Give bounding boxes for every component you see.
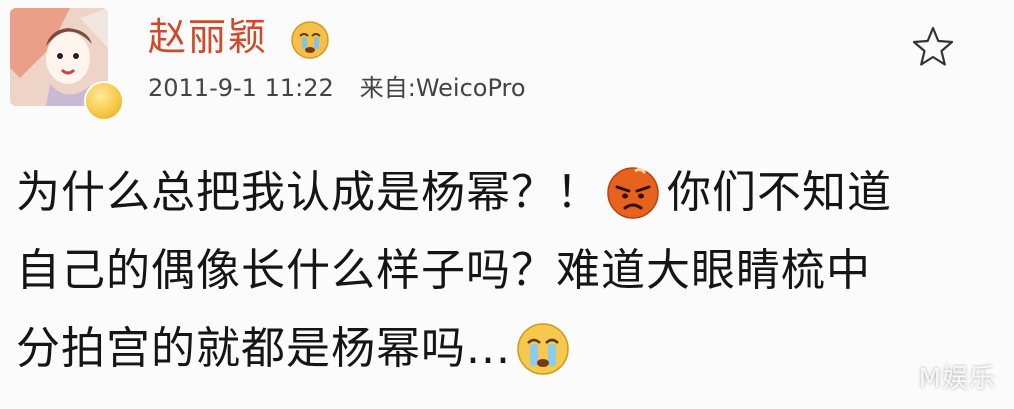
vip-badge-icon <box>84 81 124 121</box>
angry-face-icon <box>605 165 661 221</box>
source-app-link[interactable]: WeicoPro <box>416 72 526 104</box>
post-timestamp: 2011-9-1 11:22 <box>148 74 334 102</box>
content-line-2: 自己的偶像长什么样子吗？难道大眼睛梳中 <box>16 232 976 310</box>
star-outline-icon <box>912 26 954 66</box>
favorite-star-button[interactable] <box>910 24 956 70</box>
crying-face-icon <box>515 321 571 377</box>
post-meta: 2011-9-1 11:22 来自: WeicoPro <box>148 72 526 104</box>
content-line-1-text-b: 你们不知道 <box>667 167 892 218</box>
crying-face-icon <box>290 20 330 60</box>
content-line-1-text-a: 为什么总把我认成是杨幂？！ <box>16 167 601 218</box>
post-source: 来自: WeicoPro <box>360 72 526 104</box>
content-line-1: 为什么总把我认成是杨幂？！ 你们不知道 <box>16 154 976 232</box>
content-line-3: 分拍宫的就都是杨幂吗... <box>16 310 976 388</box>
watermark: M娱乐 <box>918 364 996 394</box>
content-line-2-text: 自己的偶像长什么样子吗？难道大眼睛梳中 <box>16 245 871 296</box>
source-prefix: 来自: <box>359 74 416 102</box>
author-name[interactable]: 赵丽颖 <box>148 14 268 60</box>
content-line-3-text: 分拍宫的就都是杨幂吗... <box>16 323 511 374</box>
weibo-post: 赵丽颖 2011-9-1 11:22 来自: WeicoPro 为什么总把我认成… <box>0 0 1014 409</box>
post-content: 为什么总把我认成是杨幂？！ 你们不知道 自己的偶像长什么样子吗？难道大眼睛梳中 … <box>16 154 976 388</box>
